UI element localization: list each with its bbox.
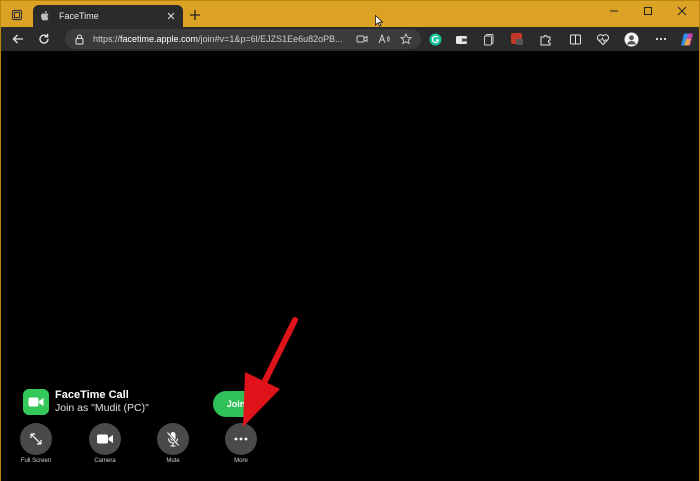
lock-icon[interactable]	[73, 33, 85, 45]
mute-label: Mute	[166, 458, 180, 464]
browser-window: FaceTime https://facetime.apple.com/join	[0, 0, 700, 481]
collections-icon[interactable]	[481, 31, 497, 47]
call-title: FaceTime Call	[55, 389, 129, 401]
tab-facetime[interactable]: FaceTime	[33, 5, 183, 27]
full-screen-control[interactable]: Full Screen	[16, 423, 56, 464]
split-screen-icon[interactable]	[567, 31, 583, 47]
minimize-icon[interactable]	[597, 1, 631, 21]
more-options-icon[interactable]	[653, 31, 669, 47]
ublock-extension-icon[interactable]	[509, 31, 525, 47]
grammarly-icon[interactable]	[427, 31, 443, 47]
mute-control[interactable]: Mute	[153, 423, 193, 464]
profile-avatar-icon[interactable]	[623, 31, 639, 47]
health-heart-icon[interactable]	[595, 31, 611, 47]
video-icon[interactable]	[355, 32, 369, 46]
camera-control[interactable]: Camera	[85, 423, 125, 464]
tab-title: FaceTime	[59, 11, 99, 21]
url-text[interactable]: https://facetime.apple.com/join#v=1&p=6l…	[93, 34, 349, 44]
copilot-icon[interactable]	[679, 31, 695, 47]
facetime-page: FaceTime Call Join as "Mudit (PC)" Join …	[1, 51, 699, 481]
expand-icon[interactable]	[20, 423, 52, 455]
browser-toolbar: https://facetime.apple.com/join#v=1&p=6l…	[1, 27, 699, 51]
mouse-cursor-icon	[375, 15, 383, 27]
call-info: FaceTime Call Join as "Mudit (PC)"	[23, 389, 149, 415]
url-prefix: https://	[93, 34, 121, 44]
workspaces-icon[interactable]	[7, 6, 27, 24]
red-arrow-annotation	[243, 317, 298, 427]
back-icon[interactable]	[7, 29, 29, 49]
join-as-text: Join as "Mudit (PC)"	[55, 402, 149, 414]
full-screen-label: Full Screen	[20, 458, 52, 464]
address-bar[interactable]: https://facetime.apple.com/join#v=1&p=6l…	[65, 29, 421, 49]
microphone-muted-icon[interactable]	[157, 423, 189, 455]
refresh-icon[interactable]	[33, 29, 55, 49]
extension-wallet-icon[interactable]	[453, 31, 469, 47]
facetime-app-icon	[23, 389, 49, 415]
close-tab-icon[interactable]	[165, 10, 177, 22]
favorite-star-icon[interactable]	[399, 32, 413, 46]
url-domain: facetime.apple.com	[120, 34, 199, 44]
camera-icon[interactable]	[89, 423, 121, 455]
close-window-icon[interactable]	[665, 1, 699, 21]
camera-label: Camera	[94, 458, 116, 464]
apple-icon	[39, 10, 51, 22]
new-tab-icon[interactable]	[187, 7, 203, 23]
more-label: More	[234, 458, 248, 464]
puzzle-extensions-icon[interactable]	[537, 31, 553, 47]
tab-bar: FaceTime	[1, 1, 699, 27]
read-aloud-icon[interactable]	[377, 32, 391, 46]
url-path: /join#v=1&p=6l/EJZS1Ee6u82oPB...	[198, 34, 343, 44]
maximize-icon[interactable]	[631, 1, 665, 21]
